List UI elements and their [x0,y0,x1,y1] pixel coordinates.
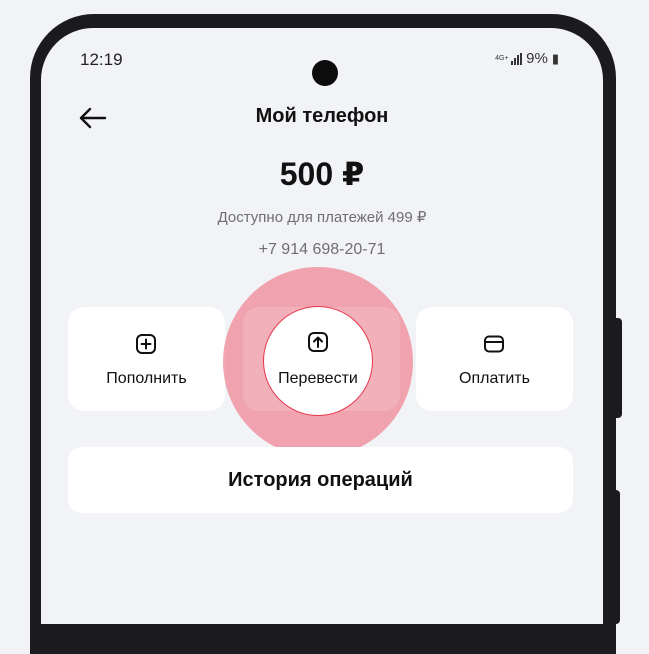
transfer-label: Перевести [278,370,358,387]
camera-cutout [312,60,338,86]
status-icons: 4G+ 9% ▮ [495,50,559,67]
wallet-icon [484,335,504,353]
history-button[interactable]: История операций [68,447,573,513]
status-time: 12:19 [80,50,123,69]
battery-icon: ▮ [551,50,559,66]
pay-button[interactable]: Оплатить [416,307,573,411]
transfer-button[interactable]: Перевести [263,306,373,416]
phone-number: +7 914 698-20-71 [258,241,386,258]
top-up-button[interactable]: Пополнить [68,307,225,411]
battery-level: 9% [526,50,548,67]
signal-icon [511,52,523,65]
page-title: Мой телефон [255,105,389,127]
plus-square-icon [136,334,156,354]
available-balance: Доступно для платежей 499 ₽ [217,209,427,226]
balance-amount: 500 ₽ [279,156,365,192]
top-up-label: Пополнить [106,370,187,387]
phone-screen: 12:19 4G+ 9% ▮ Мой телефон 500 ₽ Доступн… [41,28,603,624]
arrow-up-square-icon [308,332,328,352]
network-icon: 4G+ [495,55,509,62]
pay-label: Оплатить [459,370,530,387]
